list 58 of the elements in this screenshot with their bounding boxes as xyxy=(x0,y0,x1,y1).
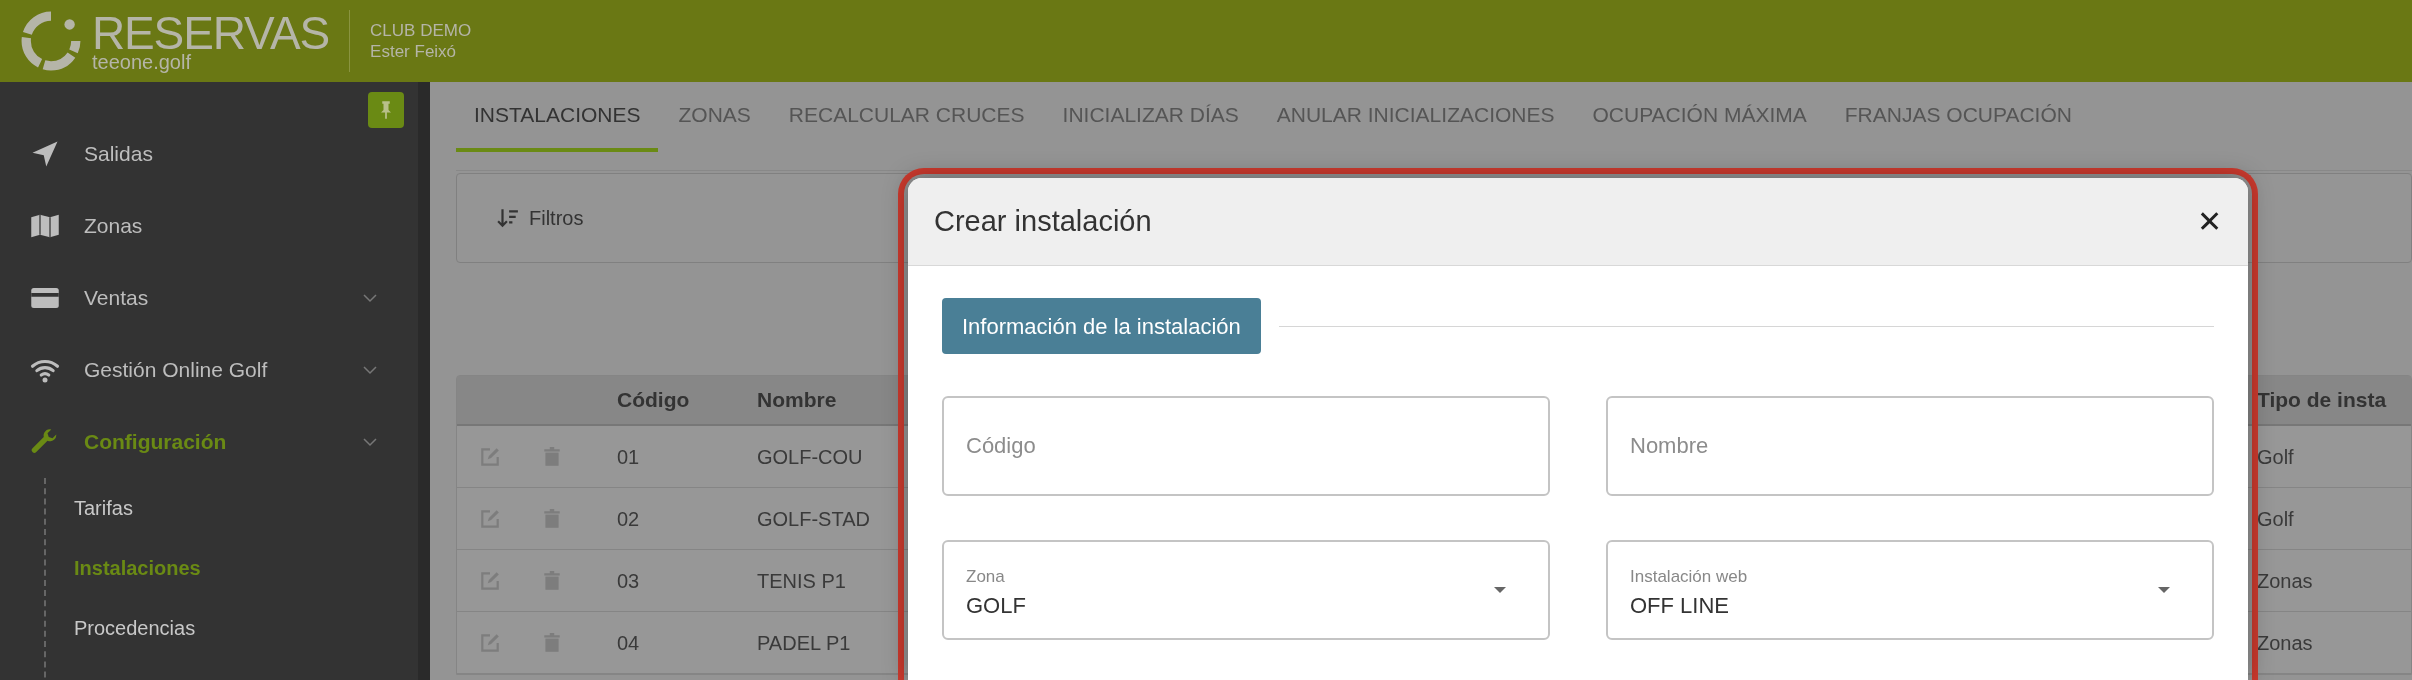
edit-icon xyxy=(479,507,501,530)
trash-icon xyxy=(541,631,563,654)
table-cell-text: Zonas xyxy=(2257,630,2313,656)
tab[interactable]: ZONAS xyxy=(660,82,769,152)
table-cell-text: 04 xyxy=(617,630,641,656)
table-cell-text: 01 xyxy=(617,444,641,470)
column-header: Tipo de insta xyxy=(2257,387,2387,414)
filter-button[interactable]: Filtros xyxy=(497,203,584,233)
table-cell-text: Golf xyxy=(2257,444,2294,470)
table-cell-text: 03 xyxy=(617,568,641,594)
table-cell: GOLF-COU xyxy=(757,445,863,468)
tab[interactable]: OCUPACIÓN MÁXIMA xyxy=(1574,82,1825,152)
edit-icon xyxy=(479,631,501,654)
sort-icon xyxy=(497,207,519,229)
select-field[interactable]: Zona GOLF xyxy=(942,540,1550,640)
logo-subtitle: teeone.golf xyxy=(92,52,192,72)
trash-icon xyxy=(541,569,563,592)
dialog-title: Crear instalación xyxy=(934,203,1152,239)
table-cell-text: Golf xyxy=(2257,506,2294,532)
table-cell: PADEL P1 xyxy=(757,631,851,654)
table-cell: GOLF-STAD xyxy=(757,507,870,530)
table-cell-text: Zonas xyxy=(2257,568,2313,594)
text-field[interactable]: Código xyxy=(942,396,1550,496)
club-name: CLUB DEMO xyxy=(370,19,472,41)
field-value: OFF LINE xyxy=(1630,592,1730,621)
sidebar-item[interactable]: Ventas xyxy=(28,262,406,334)
tab[interactable]: ANULAR INICIALIZACIONES xyxy=(1258,82,1573,152)
edit-icon xyxy=(479,445,501,468)
user-name: Ester Feixó xyxy=(370,41,458,63)
field-label: Instalación web xyxy=(1630,565,1749,588)
tab[interactable]: RECALCULAR CRUCES xyxy=(770,82,1043,152)
close-button[interactable]: ✕ xyxy=(2197,206,2222,237)
sidebar-item[interactable]: Zonas xyxy=(28,190,406,262)
dropdown-arrow-icon xyxy=(2158,587,2170,593)
trash-icon xyxy=(541,507,563,530)
table-cell: TENIS P1 xyxy=(757,569,846,592)
edit-icon xyxy=(479,569,501,592)
column-header: Nombre xyxy=(757,387,838,414)
column-header: Código xyxy=(617,387,691,414)
table-cell-text: 02 xyxy=(617,506,641,532)
sidebar-item[interactable]: Salidas xyxy=(28,118,406,190)
tab[interactable]: INSTALACIONES xyxy=(456,82,659,152)
trash-icon xyxy=(541,445,563,468)
select-field[interactable]: Instalación web OFF LINE xyxy=(1606,540,2214,640)
field-value: GOLF xyxy=(966,592,1027,621)
sidebar-item[interactable]: Configuración xyxy=(28,406,406,478)
field-label: Zona xyxy=(966,565,1006,588)
submenu-item[interactable]: Instalaciones xyxy=(74,538,406,598)
tab[interactable]: INICIALIZAR DÍAS xyxy=(1044,82,1257,152)
text-field[interactable]: Nombre xyxy=(1606,396,2214,496)
logo-icon xyxy=(20,10,82,72)
tab[interactable]: FRANJAS OCUPACIÓN xyxy=(1826,82,2090,152)
dropdown-arrow-icon xyxy=(1494,587,1506,593)
pin-button[interactable] xyxy=(368,92,404,128)
sidebar-item[interactable]: Gestión Online Golf xyxy=(28,334,406,406)
submenu-item[interactable]: Procedencias xyxy=(74,598,406,658)
section-label: Información de la instalación xyxy=(942,298,1261,354)
submenu-item[interactable]: Tarifas xyxy=(74,478,406,538)
